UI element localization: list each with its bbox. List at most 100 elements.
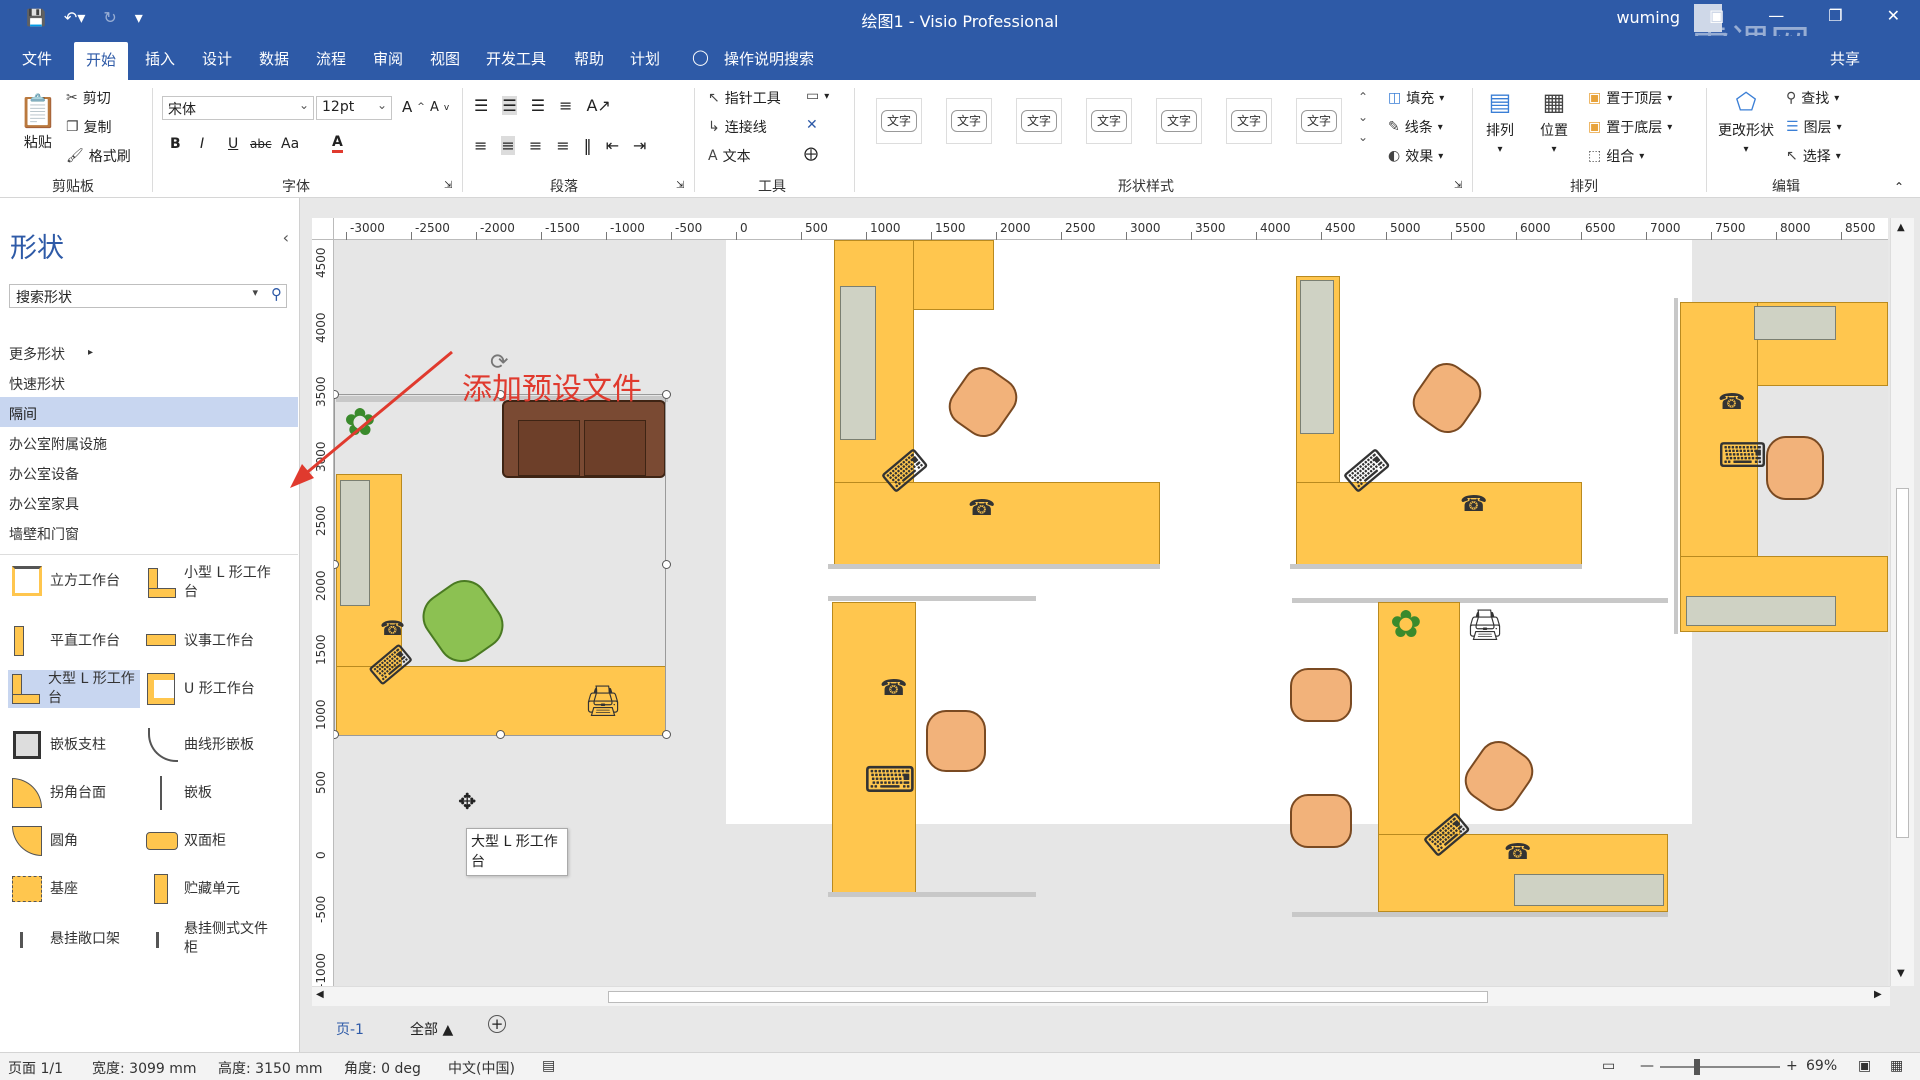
tab-file[interactable]: 文件 xyxy=(22,48,52,69)
shape-small-l-workstation[interactable]: 小型 L 形工作台 xyxy=(144,564,272,602)
language[interactable]: 中文(中国) xyxy=(448,1058,515,1078)
arrange-button[interactable]: ▤ 排列 ▾ xyxy=(1486,88,1514,155)
copy-button[interactable]: ❐ 复制 xyxy=(66,117,112,137)
pointer-tool-button[interactable]: ↖ 指针工具 xyxy=(708,88,781,108)
connector-button[interactable]: ↳ 连接线 xyxy=(708,117,767,137)
shape-cube-workstation[interactable]: 立方工作台 xyxy=(10,564,138,598)
page-tab[interactable]: 页-1 xyxy=(336,1019,364,1039)
shape-storage-unit[interactable]: 贮藏单元 xyxy=(144,872,272,906)
shrink-font-button[interactable]: Av xyxy=(430,100,449,115)
close-icon[interactable]: ✕ xyxy=(1887,6,1900,25)
stencil-cubicles[interactable]: 隔间 xyxy=(0,397,298,427)
align-right-icon[interactable]: ≡ xyxy=(529,136,542,155)
shape-straight-workstation[interactable]: 平直工作台 xyxy=(10,624,138,658)
collapse-pane-icon[interactable]: ‹ xyxy=(283,228,289,247)
shape-round-corner[interactable]: 圆角 xyxy=(10,824,138,858)
zoom-in-icon[interactable]: + xyxy=(1786,1058,1798,1074)
tab-review[interactable]: 审阅 xyxy=(373,48,403,69)
share-button[interactable]: 共享 xyxy=(1830,48,1860,69)
zoom-slider[interactable] xyxy=(1660,1066,1780,1068)
fit-page-icon[interactable]: ▣ xyxy=(1858,1058,1871,1074)
shape-meeting-workstation[interactable]: 议事工作台 xyxy=(144,624,272,658)
change-case-button[interactable]: Aa xyxy=(281,136,299,152)
macro-record-icon[interactable]: ▤ xyxy=(542,1058,555,1074)
stencil-more-shapes[interactable]: 更多形状 ▸ xyxy=(0,337,298,367)
layers-button[interactable]: ☰ 图层 ▾ xyxy=(1786,117,1842,137)
chevron-down-icon[interactable]: ⌄ xyxy=(1358,110,1368,124)
shape-hanging-file[interactable]: 悬挂侧式文件柜 xyxy=(144,920,272,958)
scroll-thumb[interactable] xyxy=(608,991,1488,1003)
resize-handle[interactable] xyxy=(334,730,339,739)
format-painter-button[interactable]: 🖌 格式刷 xyxy=(66,146,131,166)
underline-button[interactable]: U xyxy=(228,136,238,152)
tab-plan[interactable]: 计划 xyxy=(630,48,660,69)
stencil-office-furniture[interactable]: 办公室家具 xyxy=(0,487,298,517)
resize-handle[interactable] xyxy=(662,730,671,739)
fill-button[interactable]: ◫ 填充 ▾ xyxy=(1388,88,1444,108)
resize-handle[interactable] xyxy=(662,560,671,569)
shape-curved-panel[interactable]: 曲线形嵌板 xyxy=(144,728,272,762)
select-button[interactable]: ↖ 选择 ▾ xyxy=(1786,146,1841,166)
stencil-walls-doors[interactable]: 墙壁和门窗 xyxy=(0,517,298,547)
align-bottom-icon[interactable]: ☰ xyxy=(531,96,545,115)
align-left-icon[interactable]: ≡ xyxy=(474,136,487,155)
increase-indent-icon[interactable]: ⇥ xyxy=(633,136,646,155)
send-to-back-button[interactable]: ▣ 置于底层 ▾ xyxy=(1588,117,1672,137)
tab-insert[interactable]: 插入 xyxy=(145,48,175,69)
scroll-left-icon[interactable]: ◀ xyxy=(316,989,324,1000)
user-name[interactable]: wuming xyxy=(1616,8,1680,27)
shape-hanging-shelf[interactable]: 悬挂敞口架 xyxy=(10,922,138,956)
rectangle-tool-button[interactable]: ▭ ▾ xyxy=(806,88,829,104)
vertical-scrollbar[interactable]: ▲ ▼ xyxy=(1890,218,1914,986)
shape-double-cabinet[interactable]: 双面柜 xyxy=(144,824,272,858)
collapse-ribbon-icon[interactable]: ⌃ xyxy=(1894,180,1904,194)
bold-button[interactable]: B xyxy=(170,136,181,152)
effects-button[interactable]: ◐ 效果 ▾ xyxy=(1388,146,1443,166)
scroll-right-icon[interactable]: ▶ xyxy=(1874,989,1882,1000)
line-button[interactable]: ✎ 线条 ▾ xyxy=(1388,117,1443,137)
tab-developer[interactable]: 开发工具 xyxy=(486,48,546,69)
chevron-down-icon[interactable]: ▾ xyxy=(252,286,258,299)
tab-view[interactable]: 视图 xyxy=(430,48,460,69)
scroll-thumb[interactable] xyxy=(1896,488,1909,838)
bring-to-front-button[interactable]: ▣ 置于顶层 ▾ xyxy=(1588,88,1672,108)
shape-height[interactable]: 高度: 3150 mm xyxy=(218,1058,323,1078)
scroll-down-icon[interactable]: ▼ xyxy=(1897,968,1905,979)
bullets-icon[interactable]: ≡ xyxy=(559,96,572,115)
tab-home[interactable]: 开始 xyxy=(74,42,129,80)
shape-style-5[interactable]: 文字 xyxy=(1156,98,1202,144)
group-button[interactable]: ⬚ 组合 ▾ xyxy=(1588,146,1644,166)
tab-process[interactable]: 流程 xyxy=(316,48,346,69)
add-page-button[interactable]: + xyxy=(488,1015,506,1033)
font-color-button[interactable]: A xyxy=(332,134,343,153)
tab-help[interactable]: 帮助 xyxy=(574,48,604,69)
shape-large-l-workstation[interactable]: 大型 L 形工作台 xyxy=(8,670,140,708)
shape-pedestal[interactable]: 基座 xyxy=(10,872,138,906)
font-family-select[interactable]: 宋体 ⌄ xyxy=(162,96,314,120)
search-icon[interactable]: ⚲ xyxy=(271,285,282,303)
distribute-icon[interactable]: ‖ xyxy=(584,136,592,155)
zoom-slider-thumb[interactable] xyxy=(1694,1059,1700,1075)
shape-corner-surface[interactable]: 拐角台面 xyxy=(10,776,138,810)
ribbon-display-icon[interactable]: ▣ xyxy=(1709,6,1724,25)
shape-style-3[interactable]: 文字 xyxy=(1016,98,1062,144)
find-button[interactable]: ⚲ 查找 ▾ xyxy=(1786,88,1839,108)
shape-panel[interactable]: 嵌板 xyxy=(144,776,272,810)
text-tool-button[interactable]: A 文本 xyxy=(708,146,751,166)
connection-point-icon[interactable]: ⨁ xyxy=(804,146,818,162)
shape-panel-post[interactable]: 嵌板支柱 xyxy=(10,728,138,762)
minimize-icon[interactable]: — xyxy=(1768,6,1784,25)
close-connector-icon[interactable]: ✕ xyxy=(806,117,818,133)
text-direction-icon[interactable]: A↗ xyxy=(586,96,610,115)
shape-style-1[interactable]: 文字 xyxy=(876,98,922,144)
switch-window-icon[interactable]: ▦ xyxy=(1890,1058,1903,1074)
dialog-launcher-icon[interactable]: ⇲ xyxy=(444,180,452,191)
shape-style-7[interactable]: 文字 xyxy=(1296,98,1342,144)
all-pages-button[interactable]: 全部 ▲ xyxy=(410,1019,453,1039)
shape-search-input[interactable]: 搜索形状 ▾ ⚲ xyxy=(9,284,287,308)
gallery-more-icon[interactable]: ⌄ xyxy=(1358,130,1368,144)
grow-font-button[interactable]: A ^ xyxy=(402,98,425,116)
align-middle-icon[interactable]: ☰ xyxy=(502,96,517,115)
strikethrough-button[interactable]: abc xyxy=(250,137,272,151)
stencil-quick-shapes[interactable]: 快速形状 xyxy=(0,367,298,397)
